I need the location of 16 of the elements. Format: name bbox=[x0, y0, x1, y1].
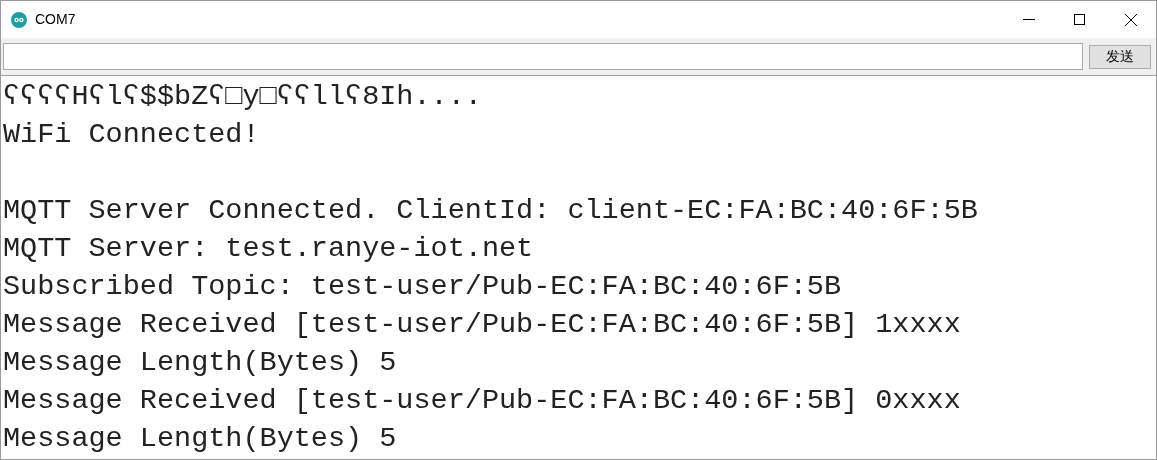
output-line: Message Length(Bytes) 5 bbox=[3, 422, 397, 455]
message-input-field[interactable] bbox=[3, 43, 1083, 70]
send-button[interactable]: 发送 bbox=[1089, 44, 1151, 69]
output-line: MQTT Server Connected. ClientId: client-EC:FA:BC:40:6F:5B bbox=[3, 194, 978, 227]
app-logo-icon bbox=[11, 11, 27, 28]
output-line: ʕʕʕʕHʕlʕ$$bZʕ□y□ʕʕllʕ8Ih.... bbox=[3, 80, 482, 113]
output-line: Message Length(Bytes) 5 bbox=[3, 346, 397, 379]
window-title: COM7 bbox=[35, 10, 76, 29]
output-line: Subscribed Topic: test-user/Pub-EC:FA:BC:40:6F:5B bbox=[3, 270, 842, 303]
output-line: Message Received [test-user/Pub-EC:FA:BC:40:6F:5B] 0xxxx bbox=[3, 384, 961, 417]
output-line: MQTT Server: test.ranye-iot.net bbox=[3, 232, 534, 265]
maximize-icon bbox=[1073, 14, 1085, 25]
output-line: Message Received [test-user/Pub-EC:FA:BC:40:6F:5B] 1xxxx bbox=[3, 308, 961, 341]
minimize-icon bbox=[1023, 18, 1035, 21]
output-line: WiFi Connected! bbox=[3, 118, 260, 151]
close-icon bbox=[1125, 13, 1137, 26]
